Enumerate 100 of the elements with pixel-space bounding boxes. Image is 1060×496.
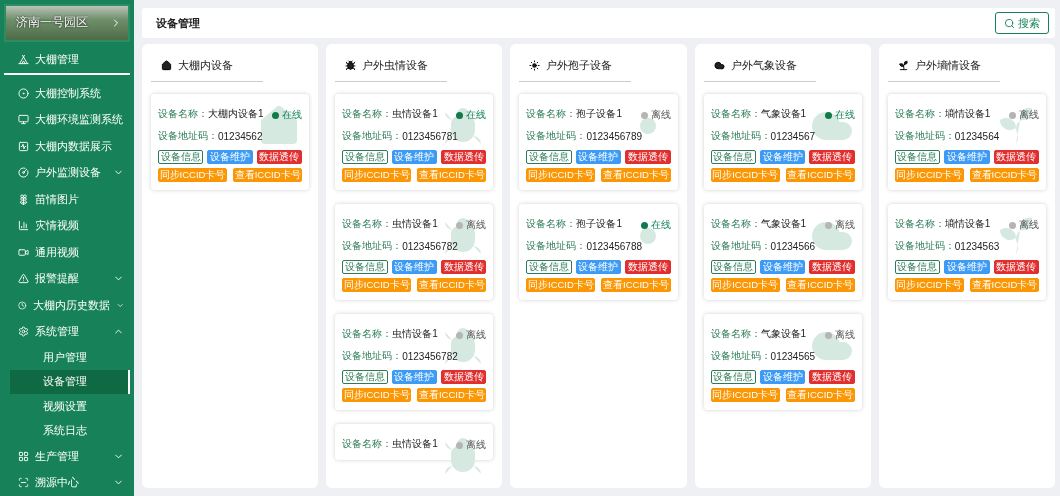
action-button[interactable]: 数据透传 — [993, 150, 1039, 164]
page-title: 设备管理 — [156, 15, 200, 31]
device-name: 墒情设备1 — [944, 217, 991, 231]
info-button[interactable]: 设备信息 — [894, 150, 941, 164]
field-label: 设备名称： — [894, 107, 945, 121]
device-address: 01234567 — [770, 130, 816, 142]
nav-item[interactable]: 系统管理 — [0, 318, 134, 345]
info-button[interactable]: 设备信息 — [894, 260, 941, 274]
info-button[interactable]: 设备信息 — [158, 150, 204, 164]
action-button[interactable]: 设备维护 — [207, 150, 253, 164]
status-text: 离线 — [456, 218, 487, 232]
device-name: 虫情设备1 — [392, 217, 438, 231]
action-button[interactable]: 设备维护 — [760, 150, 806, 164]
field-label: 设备地址码： — [158, 129, 218, 143]
search-button[interactable]: 搜索 — [995, 12, 1049, 34]
device-name: 孢子设备1 — [576, 107, 622, 121]
nav-item[interactable]: 灾情视频 — [0, 212, 134, 239]
field-label: 设备地址码： — [342, 239, 403, 253]
device-name: 大棚内设备1 — [208, 107, 264, 121]
field-label: 设备地址码： — [710, 349, 771, 363]
status-text: 在线 — [456, 108, 487, 122]
nav-item[interactable]: 大棚内历史数据 — [0, 292, 134, 319]
field-label: 设备名称： — [158, 107, 208, 121]
device-address: 01234563 — [954, 240, 1000, 252]
action-button[interactable]: 设备维护 — [760, 370, 806, 384]
action-button[interactable]: 设备维护 — [575, 150, 622, 164]
field-label: 设备地址码： — [710, 129, 771, 143]
field-label: 设备名称： — [342, 107, 393, 121]
field-label: 设备地址码： — [342, 129, 403, 143]
action-button[interactable]: 数据透传 — [809, 370, 855, 384]
action-button[interactable]: 设备维护 — [760, 260, 806, 274]
column-title: 户外气象设备 — [730, 58, 797, 73]
nav-item[interactable]: 大棚管理 — [4, 45, 130, 75]
nav-item[interactable]: 溯源中心 — [0, 469, 134, 496]
device-address: 01234562 — [218, 130, 263, 142]
action-button[interactable]: 数据透传 — [441, 370, 487, 384]
info-button[interactable]: 设备信息 — [342, 370, 388, 384]
nav-item[interactable]: 通用视频 — [0, 239, 134, 266]
field-label: 设备名称： — [342, 217, 393, 231]
action-button[interactable]: 数据透传 — [809, 150, 855, 164]
device-address: 01234564 — [954, 130, 1000, 142]
nav-item[interactable]: 大棚内数据展示 — [0, 133, 134, 160]
device-address: 0123456781 — [402, 130, 458, 142]
action-button[interactable]: 数据透传 — [993, 260, 1039, 274]
device-name: 气象设备1 — [760, 217, 807, 231]
nav-item[interactable]: 生产管理 — [0, 443, 134, 470]
device-address: 0123456789 — [586, 130, 642, 142]
status-text: 在线 — [272, 108, 303, 122]
status-text: 离线 — [824, 328, 855, 342]
action-button[interactable]: 设备维护 — [944, 150, 990, 164]
info-button[interactable]: 设备信息 — [526, 260, 572, 274]
device-name: 气象设备1 — [760, 327, 807, 341]
nav-item[interactable]: 户外监测设备 — [0, 159, 134, 186]
field-label: 设备名称： — [526, 217, 577, 231]
column-title: 大棚内设备 — [178, 58, 233, 73]
field-label: 设备地址码： — [894, 129, 955, 143]
action-button[interactable]: 数据透传 — [441, 260, 487, 274]
device-name: 孢子设备1 — [576, 217, 622, 231]
column-title: 户外墒情设备 — [914, 58, 981, 73]
action-button[interactable]: 数据透传 — [256, 150, 303, 164]
action-button[interactable]: 数据透传 — [441, 150, 487, 164]
field-label: 设备地址码： — [526, 239, 587, 253]
field-label: 设备地址码： — [526, 129, 587, 143]
column-title: 户外虫情设备 — [362, 58, 429, 73]
status-text: 离线 — [456, 328, 487, 342]
info-button[interactable]: 设备信息 — [710, 370, 756, 384]
device-address: 01234566 — [770, 240, 816, 252]
action-button[interactable]: 数据透传 — [809, 260, 855, 274]
action-button[interactable]: 设备维护 — [575, 260, 622, 274]
device-name: 气象设备1 — [760, 107, 807, 121]
info-button[interactable]: 设备信息 — [710, 150, 756, 164]
status-text: 离线 — [1009, 108, 1039, 122]
info-button[interactable]: 设备信息 — [342, 260, 388, 274]
device-name: 墒情设备1 — [944, 107, 991, 121]
field-label: 设备名称： — [894, 217, 945, 231]
field-label: 设备地址码： — [894, 239, 955, 253]
park-name: 济南一号园区 — [16, 14, 88, 32]
nav-item[interactable]: 报警提醒 — [0, 265, 134, 292]
nav-subitem[interactable]: 系统日志 — [10, 418, 130, 443]
nav-subitem[interactable]: 视频设置 — [10, 394, 130, 419]
park-banner[interactable]: 济南一号园区 — [4, 4, 130, 42]
action-button[interactable]: 设备维护 — [391, 370, 437, 384]
action-button[interactable]: 设备维护 — [391, 150, 437, 164]
action-button[interactable]: 设备维护 — [391, 260, 437, 274]
info-button[interactable]: 设备信息 — [526, 150, 572, 164]
nav-item[interactable]: 苗情图片 — [0, 186, 134, 213]
nav-subitem[interactable]: 用户管理 — [10, 345, 130, 370]
field-label: 设备名称： — [342, 327, 393, 341]
device-address: 01234565 — [770, 350, 816, 362]
nav-item[interactable]: 大棚环境监测系统 — [0, 106, 134, 133]
action-button[interactable]: 数据透传 — [625, 260, 671, 274]
field-label: 设备名称： — [526, 107, 577, 121]
field-label: 设备地址码： — [710, 239, 771, 253]
nav-subitem[interactable]: 设备管理 — [10, 369, 130, 394]
nav-item[interactable]: 大棚控制系统 — [0, 80, 134, 107]
info-button[interactable]: 设备信息 — [710, 260, 756, 274]
device-address: 0123456788 — [586, 240, 642, 252]
action-button[interactable]: 数据透传 — [625, 150, 671, 164]
info-button[interactable]: 设备信息 — [342, 150, 388, 164]
action-button[interactable]: 设备维护 — [944, 260, 990, 274]
